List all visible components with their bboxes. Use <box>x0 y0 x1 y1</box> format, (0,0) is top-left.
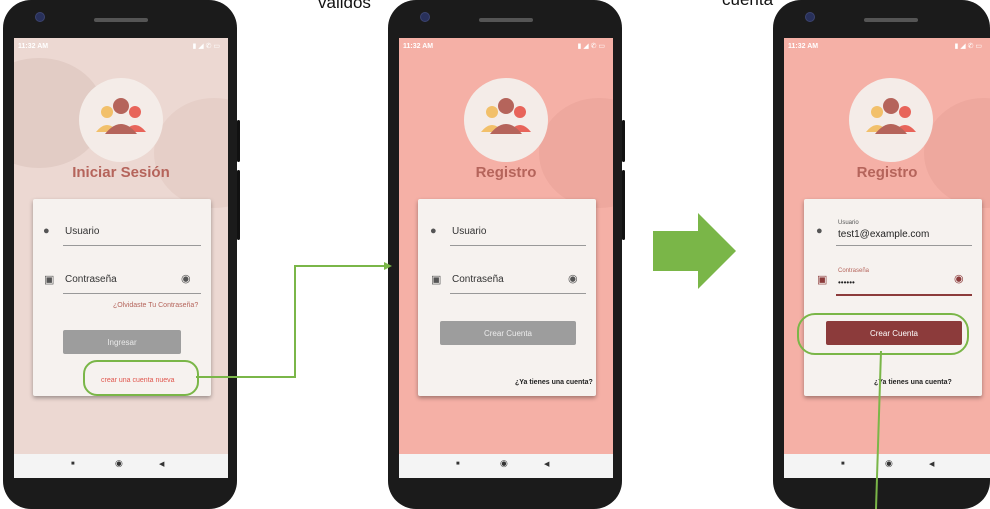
annotation-connector <box>196 262 882 509</box>
